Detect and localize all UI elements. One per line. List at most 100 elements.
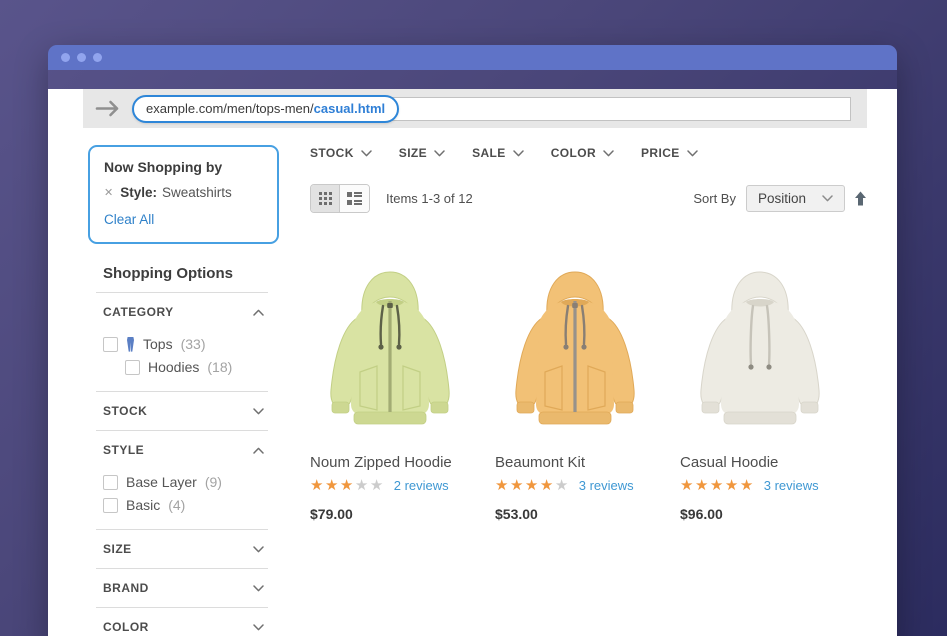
remove-filter-icon[interactable]: ✕ — [104, 186, 113, 199]
product-card: Casual Hoodie★★★★★3 reviews$96.00 — [680, 250, 840, 522]
product-rating: ★★★★★2 reviews — [310, 478, 470, 493]
top-filter-label: COLOR — [551, 146, 596, 160]
chevron-down-icon — [513, 150, 524, 157]
chevron-down-icon — [687, 150, 698, 157]
product-name-link[interactable]: Noum Zipped Hoodie — [310, 454, 470, 471]
active-filter-value: Sweatshirts — [162, 185, 232, 200]
checkbox[interactable] — [103, 498, 118, 513]
section-header-category[interactable]: CATEGORY — [96, 293, 268, 331]
browser-window: example.com/men/tops-men/casual.html Now… — [48, 45, 897, 636]
option-label[interactable]: Base Layer — [126, 474, 197, 490]
product-image-link[interactable] — [495, 250, 655, 448]
top-filter-label: SALE — [472, 146, 506, 160]
section-items: Base Layer(9) Basic(4) — [96, 474, 268, 529]
section-header-color[interactable]: COLOR — [96, 608, 268, 636]
top-filter-sale[interactable]: SALE — [472, 146, 524, 160]
arrow-right-icon[interactable] — [95, 100, 121, 117]
filter-option-hoodies[interactable]: Hoodies(18) — [125, 359, 268, 375]
window-control-dot[interactable] — [61, 53, 70, 62]
chevron-up-icon — [253, 447, 264, 454]
section-header-size[interactable]: SIZE — [96, 530, 268, 568]
hoodie-product-photo — [310, 250, 470, 434]
address-input[interactable] — [389, 97, 851, 121]
star-icon: ★ — [325, 477, 340, 494]
top-filter-label: STOCK — [310, 146, 354, 160]
section-label: STYLE — [103, 443, 144, 457]
product-price: $79.00 — [310, 506, 470, 522]
filter-option-base-layer[interactable]: Base Layer(9) — [103, 474, 268, 490]
sort-direction-ascending-button[interactable] — [854, 191, 867, 206]
top-filter-size[interactable]: SIZE — [399, 146, 445, 160]
grid-view-button[interactable] — [311, 185, 340, 212]
product-card: Beaumont Kit★★★★★3 reviews$53.00 — [495, 250, 655, 522]
option-count: (33) — [181, 336, 206, 352]
section-header-style[interactable]: STYLE — [96, 431, 268, 469]
option-label[interactable]: Hoodies — [148, 359, 199, 375]
filter-section-style: STYLE Base Layer(9) Basic(4) — [96, 430, 268, 529]
chevron-up-icon — [253, 309, 264, 316]
product-rating: ★★★★★ 3 reviews — [495, 478, 655, 493]
reviews-link[interactable]: 2 reviews — [394, 478, 449, 493]
section-label: COLOR — [103, 620, 149, 634]
filter-option-tops[interactable]: Tops (33) — [103, 336, 268, 352]
filter-section-size: SIZE — [96, 529, 268, 568]
active-filter: ✕ Style: Sweatshirts — [104, 185, 263, 200]
window-control-dot[interactable] — [93, 53, 102, 62]
list-view-button[interactable] — [340, 185, 369, 212]
sort-select[interactable]: Position — [746, 185, 845, 212]
page-content: Now Shopping by ✕ Style: Sweatshirts Cle… — [48, 128, 897, 636]
section-label: SIZE — [103, 542, 132, 556]
top-filter-price[interactable]: PRICE — [641, 146, 698, 160]
listing-toolbar: Items 1-3 of 12 Sort By Position — [310, 184, 867, 213]
checkbox[interactable] — [103, 337, 118, 352]
filter-section-color: COLOR — [96, 607, 268, 636]
reviews-link[interactable]: 3 reviews — [764, 478, 819, 493]
product-image-link[interactable] — [310, 250, 470, 448]
items-count: Items 1-3 of 12 — [386, 191, 473, 206]
star-icon: ★ — [310, 477, 325, 494]
checkbox[interactable] — [125, 360, 140, 375]
section-header-stock[interactable]: STOCK — [96, 392, 268, 430]
checkbox[interactable] — [103, 475, 118, 490]
option-label[interactable]: Basic — [126, 497, 160, 513]
star-icon: ★ — [525, 477, 540, 494]
chevron-down-icon — [603, 150, 614, 157]
star-rating: ★★★★★ — [495, 478, 570, 493]
active-filter-label: Style: — [120, 185, 157, 200]
star-icon: ★ — [355, 477, 370, 494]
sort-selected-value: Position — [758, 191, 806, 206]
product-image-link[interactable] — [680, 250, 840, 448]
window-body: example.com/men/tops-men/casual.html Now… — [48, 89, 897, 636]
chevron-down-icon — [822, 195, 833, 202]
filter-option-basic[interactable]: Basic(4) — [103, 497, 268, 513]
now-shopping-title: Now Shopping by — [104, 159, 263, 175]
clear-all-link[interactable]: Clear All — [104, 212, 154, 227]
star-icon: ★ — [540, 477, 555, 494]
filter-sections: CATEGORY Tops (33) Hoodies(18) STOCK STYLE Bas… — [96, 292, 268, 636]
sort-controls: Sort By Position — [693, 185, 867, 212]
reviews-link[interactable]: 3 reviews — [579, 478, 634, 493]
section-label: CATEGORY — [103, 305, 174, 319]
url-input[interactable]: example.com/men/tops-men/casual.html — [132, 95, 399, 123]
section-label: BRAND — [103, 581, 149, 595]
star-icon: ★ — [510, 477, 525, 494]
chevron-down-icon — [253, 408, 264, 415]
product-name-link[interactable]: Casual Hoodie — [680, 454, 840, 471]
product-price: $96.00 — [680, 506, 840, 522]
option-label[interactable]: Tops — [143, 336, 173, 352]
filter-section-category: CATEGORY Tops (33) Hoodies(18) — [96, 292, 268, 391]
top-filter-color[interactable]: COLOR — [551, 146, 614, 160]
product-name-link[interactable]: Beaumont Kit — [495, 454, 655, 471]
now-shopping-card: Now Shopping by ✕ Style: Sweatshirts Cle… — [88, 145, 279, 244]
star-icon: ★ — [740, 477, 755, 494]
star-icon: ★ — [680, 477, 695, 494]
top-filter-stock[interactable]: STOCK — [310, 146, 372, 160]
star-rating: ★★★★★ — [680, 478, 755, 493]
section-header-brand[interactable]: BRAND — [96, 569, 268, 607]
product-rating: ★★★★★3 reviews — [680, 478, 840, 493]
filters-sidebar: Now Shopping by ✕ Style: Sweatshirts Cle… — [88, 145, 284, 636]
list-icon — [347, 192, 362, 205]
top-filter-row: STOCK SIZE SALE COLOR PRICE — [310, 146, 867, 160]
product-listing-main: STOCK SIZE SALE COLOR PRICE — [310, 145, 867, 636]
window-control-dot[interactable] — [77, 53, 86, 62]
